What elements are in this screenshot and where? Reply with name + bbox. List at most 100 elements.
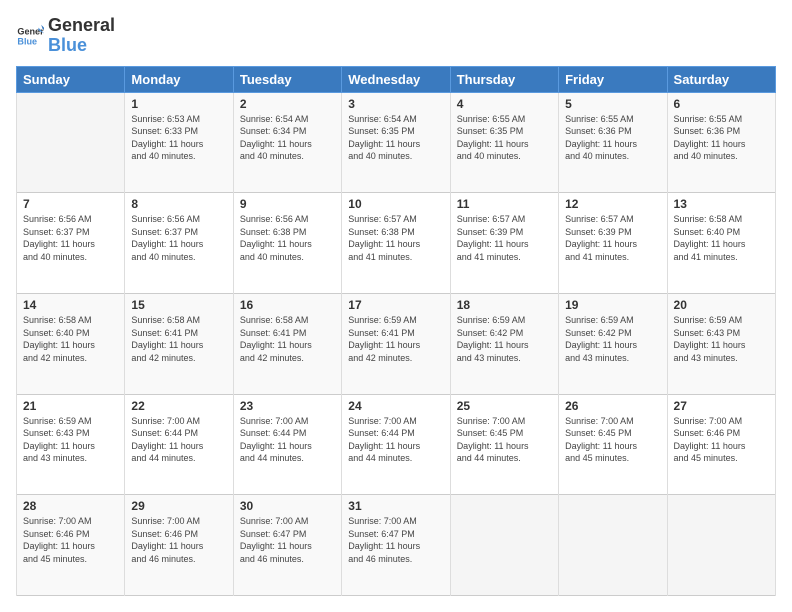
day-number: 7 xyxy=(23,197,118,211)
day-info: Sunrise: 6:59 AM Sunset: 6:42 PM Dayligh… xyxy=(565,314,660,364)
weekday-header-saturday: Saturday xyxy=(667,66,775,92)
day-info: Sunrise: 6:58 AM Sunset: 6:41 PM Dayligh… xyxy=(240,314,335,364)
day-info: Sunrise: 7:00 AM Sunset: 6:44 PM Dayligh… xyxy=(348,415,443,465)
day-info: Sunrise: 7:00 AM Sunset: 6:44 PM Dayligh… xyxy=(131,415,226,465)
calendar-cell: 20Sunrise: 6:59 AM Sunset: 6:43 PM Dayli… xyxy=(667,293,775,394)
weekday-header-sunday: Sunday xyxy=(17,66,125,92)
calendar-cell xyxy=(17,92,125,193)
general-blue-icon: General Blue xyxy=(16,22,44,50)
day-number: 22 xyxy=(131,399,226,413)
day-info: Sunrise: 7:00 AM Sunset: 6:46 PM Dayligh… xyxy=(23,515,118,565)
weekday-header-friday: Friday xyxy=(559,66,667,92)
calendar-cell: 7 Sunrise: 6:56 AM Sunset: 6:37 PM Daylig… xyxy=(17,193,125,294)
calendar-week-row: 7 Sunrise: 6:56 AM Sunset: 6:37 PM Daylig… xyxy=(17,193,776,294)
day-info: Sunrise: 7:00 AM Sunset: 6:45 PM Dayligh… xyxy=(565,415,660,465)
svg-text:Blue: Blue xyxy=(17,36,37,46)
day-info: Sunrise: 7:00 AM Sunset: 6:46 PM Dayligh… xyxy=(674,415,769,465)
day-number: 30 xyxy=(240,499,335,513)
weekday-header-monday: Monday xyxy=(125,66,233,92)
weekday-header-thursday: Thursday xyxy=(450,66,558,92)
day-number: 10 xyxy=(348,197,443,211)
calendar-cell: 17 Sunrise: 6:59 AM Sunset: 6:41 PM Dayli… xyxy=(342,293,450,394)
day-info: Sunrise: 6:54 AM Sunset: 6:35 PM Dayligh… xyxy=(348,113,443,163)
calendar-cell: 3 Sunrise: 6:54 AM Sunset: 6:35 PM Daylig… xyxy=(342,92,450,193)
calendar-cell: 14Sunrise: 6:58 AM Sunset: 6:40 PM Dayli… xyxy=(17,293,125,394)
calendar-cell: 2Sunrise: 6:54 AM Sunset: 6:34 PM Daylig… xyxy=(233,92,341,193)
calendar-cell: 15 Sunrise: 6:58 AM Sunset: 6:41 PM Dayli… xyxy=(125,293,233,394)
day-number: 21 xyxy=(23,399,118,413)
day-info: Sunrise: 7:00 AM Sunset: 6:47 PM Dayligh… xyxy=(348,515,443,565)
day-number: 3 xyxy=(348,97,443,111)
svg-text:General: General xyxy=(17,26,44,36)
day-info: Sunrise: 6:58 AM Sunset: 6:41 PM Dayligh… xyxy=(131,314,226,364)
day-info: Sunrise: 6:53 AM Sunset: 6:33 PM Dayligh… xyxy=(131,113,226,163)
day-info: Sunrise: 6:56 AM Sunset: 6:38 PM Dayligh… xyxy=(240,213,335,263)
day-info: Sunrise: 7:00 AM Sunset: 6:44 PM Dayligh… xyxy=(240,415,335,465)
calendar-cell: 6 Sunrise: 6:55 AM Sunset: 6:36 PM Daylig… xyxy=(667,92,775,193)
calendar-cell: 27 Sunrise: 7:00 AM Sunset: 6:46 PM Dayli… xyxy=(667,394,775,495)
day-number: 1 xyxy=(131,97,226,111)
logo-text: GeneralBlue xyxy=(48,16,115,56)
calendar-cell: 8Sunrise: 6:56 AM Sunset: 6:37 PM Daylig… xyxy=(125,193,233,294)
header: General Blue GeneralBlue xyxy=(16,16,776,56)
calendar-week-row: 21 Sunrise: 6:59 AM Sunset: 6:43 PM Dayli… xyxy=(17,394,776,495)
day-info: Sunrise: 6:55 AM Sunset: 6:35 PM Dayligh… xyxy=(457,113,552,163)
day-number: 6 xyxy=(674,97,769,111)
calendar-cell: 19Sunrise: 6:59 AM Sunset: 6:42 PM Dayli… xyxy=(559,293,667,394)
day-info: Sunrise: 6:56 AM Sunset: 6:37 PM Dayligh… xyxy=(23,213,118,263)
calendar-cell: 9 Sunrise: 6:56 AM Sunset: 6:38 PM Daylig… xyxy=(233,193,341,294)
day-info: Sunrise: 7:00 AM Sunset: 6:47 PM Dayligh… xyxy=(240,515,335,565)
day-info: Sunrise: 7:00 AM Sunset: 6:45 PM Dayligh… xyxy=(457,415,552,465)
day-info: Sunrise: 6:55 AM Sunset: 6:36 PM Dayligh… xyxy=(674,113,769,163)
day-info: Sunrise: 6:59 AM Sunset: 6:41 PM Dayligh… xyxy=(348,314,443,364)
day-info: Sunrise: 6:56 AM Sunset: 6:37 PM Dayligh… xyxy=(131,213,226,263)
calendar-cell: 21 Sunrise: 6:59 AM Sunset: 6:43 PM Dayli… xyxy=(17,394,125,495)
day-number: 2 xyxy=(240,97,335,111)
day-number: 27 xyxy=(674,399,769,413)
day-info: Sunrise: 6:57 AM Sunset: 6:38 PM Dayligh… xyxy=(348,213,443,263)
calendar-cell: 31 Sunrise: 7:00 AM Sunset: 6:47 PM Dayli… xyxy=(342,495,450,596)
weekday-header-row: SundayMondayTuesdayWednesdayThursdayFrid… xyxy=(17,66,776,92)
calendar-cell: 29Sunrise: 7:00 AM Sunset: 6:46 PM Dayli… xyxy=(125,495,233,596)
calendar-cell: 10 Sunrise: 6:57 AM Sunset: 6:38 PM Dayli… xyxy=(342,193,450,294)
calendar-week-row: 1 Sunrise: 6:53 AM Sunset: 6:33 PM Daylig… xyxy=(17,92,776,193)
weekday-header-tuesday: Tuesday xyxy=(233,66,341,92)
day-number: 12 xyxy=(565,197,660,211)
calendar-cell: 18 Sunrise: 6:59 AM Sunset: 6:42 PM Dayli… xyxy=(450,293,558,394)
calendar-cell: 4Sunrise: 6:55 AM Sunset: 6:35 PM Daylig… xyxy=(450,92,558,193)
day-number: 15 xyxy=(131,298,226,312)
calendar-table: SundayMondayTuesdayWednesdayThursdayFrid… xyxy=(16,66,776,596)
calendar-cell: 26 Sunrise: 7:00 AM Sunset: 6:45 PM Dayli… xyxy=(559,394,667,495)
day-info: Sunrise: 6:59 AM Sunset: 6:42 PM Dayligh… xyxy=(457,314,552,364)
page: General Blue GeneralBlue SundayMondayTue… xyxy=(0,0,792,612)
calendar-week-row: 28 Sunrise: 7:00 AM Sunset: 6:46 PM Dayli… xyxy=(17,495,776,596)
day-number: 17 xyxy=(348,298,443,312)
day-number: 26 xyxy=(565,399,660,413)
day-number: 23 xyxy=(240,399,335,413)
day-info: Sunrise: 6:58 AM Sunset: 6:40 PM Dayligh… xyxy=(674,213,769,263)
calendar-cell xyxy=(450,495,558,596)
day-number: 11 xyxy=(457,197,552,211)
day-info: Sunrise: 6:57 AM Sunset: 6:39 PM Dayligh… xyxy=(565,213,660,263)
calendar-cell: 11 Sunrise: 6:57 AM Sunset: 6:39 PM Dayli… xyxy=(450,193,558,294)
day-number: 18 xyxy=(457,298,552,312)
calendar-cell: 28 Sunrise: 7:00 AM Sunset: 6:46 PM Dayli… xyxy=(17,495,125,596)
day-number: 28 xyxy=(23,499,118,513)
calendar-cell: 22 Sunrise: 7:00 AM Sunset: 6:44 PM Dayli… xyxy=(125,394,233,495)
day-info: Sunrise: 6:59 AM Sunset: 6:43 PM Dayligh… xyxy=(674,314,769,364)
calendar-week-row: 14Sunrise: 6:58 AM Sunset: 6:40 PM Dayli… xyxy=(17,293,776,394)
calendar-cell: 30 Sunrise: 7:00 AM Sunset: 6:47 PM Dayli… xyxy=(233,495,341,596)
day-number: 31 xyxy=(348,499,443,513)
calendar-cell xyxy=(559,495,667,596)
day-number: 14 xyxy=(23,298,118,312)
calendar-cell: 5Sunrise: 6:55 AM Sunset: 6:36 PM Daylig… xyxy=(559,92,667,193)
day-number: 29 xyxy=(131,499,226,513)
day-info: Sunrise: 6:59 AM Sunset: 6:43 PM Dayligh… xyxy=(23,415,118,465)
day-number: 9 xyxy=(240,197,335,211)
day-info: Sunrise: 6:57 AM Sunset: 6:39 PM Dayligh… xyxy=(457,213,552,263)
calendar-cell xyxy=(667,495,775,596)
calendar-cell: 1 Sunrise: 6:53 AM Sunset: 6:33 PM Daylig… xyxy=(125,92,233,193)
day-number: 16 xyxy=(240,298,335,312)
day-number: 25 xyxy=(457,399,552,413)
day-number: 24 xyxy=(348,399,443,413)
